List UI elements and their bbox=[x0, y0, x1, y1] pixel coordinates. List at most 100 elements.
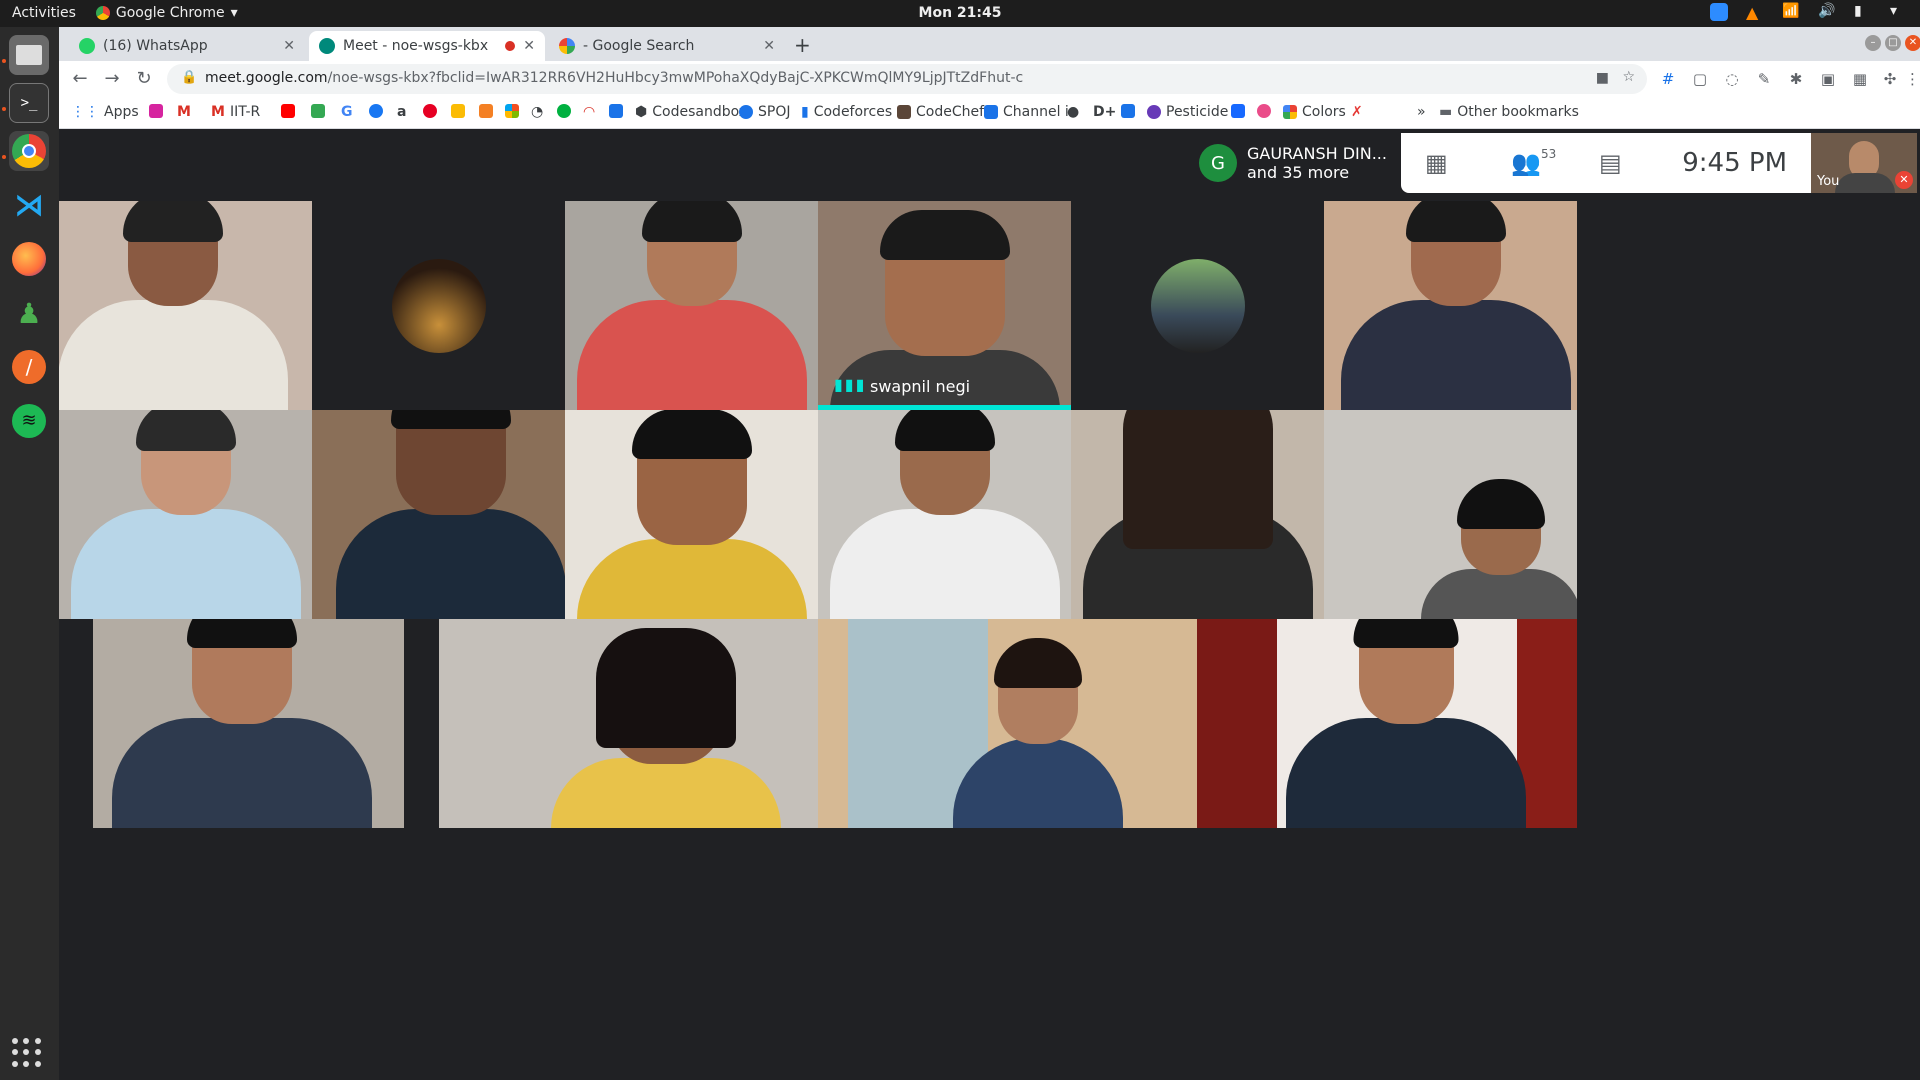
puzzle-icon[interactable]: ✣ bbox=[1881, 70, 1899, 88]
pinterest-icon[interactable] bbox=[423, 104, 437, 118]
self-view[interactable]: You ✕ bbox=[1811, 133, 1917, 193]
firefox-icon[interactable] bbox=[9, 239, 49, 279]
close-window-button[interactable]: ✕ bbox=[1905, 35, 1920, 51]
participant-tile[interactable] bbox=[1324, 410, 1577, 619]
volume-icon[interactable]: 🔊 bbox=[1818, 3, 1836, 21]
meet-icon bbox=[319, 38, 335, 54]
extension-icon[interactable]: ▢ bbox=[1691, 70, 1709, 88]
amazon-icon[interactable]: a bbox=[397, 104, 406, 120]
participants-preview[interactable]: G GAURANSH DIN... and 35 more bbox=[1189, 133, 1401, 193]
other-bookmarks[interactable]: ▬ Other bookmarks bbox=[1439, 104, 1579, 120]
chrome-dock-icon[interactable] bbox=[9, 131, 49, 171]
gauge-icon[interactable]: ◠ bbox=[583, 104, 595, 120]
star-icon[interactable]: ☆ bbox=[1622, 69, 1635, 85]
compass-icon[interactable]: / bbox=[9, 347, 49, 387]
menu-icon[interactable]: ⋮ bbox=[1905, 70, 1920, 88]
bookmark-codesandbox[interactable]: ⬢ Codesandbox bbox=[635, 104, 747, 120]
bookmark-codechef[interactable]: CodeChef bbox=[897, 104, 984, 120]
people-icon[interactable]: 👥 bbox=[1511, 149, 1541, 177]
drive-icon[interactable] bbox=[311, 104, 325, 118]
show-applications-icon[interactable] bbox=[12, 1038, 42, 1068]
extension-icon[interactable]: ◌ bbox=[1723, 70, 1741, 88]
grid-icon[interactable]: ▦ bbox=[1851, 70, 1869, 88]
lock-icon[interactable]: 🔒 bbox=[181, 70, 197, 85]
bookmarks-overflow-button[interactable]: » bbox=[1417, 104, 1426, 120]
tab-meet[interactable]: Meet - noe-wsgs-kbx ✕ bbox=[309, 31, 545, 61]
bug-icon[interactable]: ✱ bbox=[1787, 70, 1805, 88]
participant-tile[interactable] bbox=[818, 619, 1197, 828]
chat-icon[interactable]: ▤ bbox=[1599, 149, 1622, 177]
badge-16-icon[interactable] bbox=[557, 104, 571, 118]
minimize-button[interactable]: – bbox=[1865, 35, 1881, 51]
figma-icon[interactable] bbox=[1121, 104, 1135, 118]
participant-tile[interactable] bbox=[439, 619, 818, 828]
mic-off-icon[interactable]: ✕ bbox=[1895, 171, 1913, 189]
bookmark-icon[interactable] bbox=[609, 104, 623, 118]
bookmark-apps[interactable]: ⋮⋮ Apps bbox=[71, 104, 139, 120]
participant-tile-speaking[interactable]: ▮▮▮ swapnil negi bbox=[818, 201, 1071, 410]
participant-tile[interactable] bbox=[312, 410, 565, 619]
participant-tile[interactable] bbox=[59, 410, 312, 619]
pesticide-icon bbox=[1147, 105, 1161, 119]
bookmark-label: Codeforces bbox=[813, 104, 893, 120]
gmail-icon[interactable]: M bbox=[177, 104, 191, 120]
microsoft-icon[interactable] bbox=[505, 104, 519, 118]
spotify-icon[interactable]: ≋ bbox=[9, 401, 49, 441]
close-icon[interactable]: ✕ bbox=[763, 38, 775, 54]
bookmark-iitr[interactable]: M IIT-R bbox=[211, 104, 260, 120]
address-bar[interactable]: 🔒 meet.google.com/noe-wsgs-kbx?fbclid=Iw… bbox=[167, 64, 1647, 94]
devto-icon[interactable]: D+ bbox=[1093, 104, 1116, 120]
bookmark-spoj[interactable]: SPOJ bbox=[739, 104, 790, 120]
participant-tile[interactable] bbox=[818, 410, 1071, 619]
system-tray[interactable]: ▲ 📶 🔊 ▮ ▾ bbox=[1710, 3, 1908, 22]
back-button[interactable]: ← bbox=[69, 68, 91, 89]
tab-google-search[interactable]: - Google Search ✕ bbox=[549, 31, 785, 61]
participant-tile[interactable] bbox=[565, 410, 818, 619]
maximize-button[interactable]: □ bbox=[1885, 35, 1901, 51]
bookmark-colors[interactable]: Colors bbox=[1283, 104, 1346, 120]
extension-icon[interactable]: ▣ bbox=[1819, 70, 1837, 88]
reload-button[interactable]: ↻ bbox=[133, 68, 155, 89]
zoom-icon[interactable] bbox=[1710, 3, 1728, 21]
close-icon[interactable]: ✕ bbox=[283, 38, 295, 54]
close-icon[interactable]: ✕ bbox=[523, 38, 535, 54]
forward-button[interactable]: → bbox=[101, 68, 123, 89]
new-tab-button[interactable]: + bbox=[794, 33, 811, 57]
github-icon[interactable]: ● bbox=[1067, 104, 1079, 120]
participant-tile[interactable] bbox=[1197, 619, 1577, 828]
participant-tile[interactable] bbox=[312, 201, 565, 410]
grid-extension-icon[interactable]: # bbox=[1659, 70, 1677, 88]
vlc-icon[interactable]: ▲ bbox=[1746, 3, 1764, 22]
behance-icon[interactable] bbox=[1231, 104, 1245, 118]
system-clock[interactable]: Mon 21:45 bbox=[0, 5, 1920, 21]
speed-icon[interactable]: ◔ bbox=[531, 104, 543, 120]
tile-layout-icon[interactable]: ▦ bbox=[1425, 149, 1448, 177]
power-menu-icon[interactable]: ▾ bbox=[1890, 3, 1908, 21]
wifi-icon[interactable]: 📶 bbox=[1782, 3, 1800, 21]
dribbble-icon[interactable] bbox=[1257, 104, 1271, 118]
participant-tile[interactable] bbox=[1324, 201, 1577, 410]
stackoverflow-icon[interactable] bbox=[479, 104, 493, 118]
participant-tile[interactable] bbox=[93, 619, 404, 828]
participant-tile[interactable] bbox=[59, 201, 312, 410]
terminal-icon[interactable]: >_ bbox=[9, 83, 49, 123]
bookmark-icon[interactable]: ✗ bbox=[1351, 104, 1363, 120]
camera-icon[interactable]: ■ bbox=[1596, 70, 1609, 86]
participant-tile[interactable] bbox=[565, 201, 818, 410]
facebook-icon[interactable] bbox=[369, 104, 383, 118]
google-icon[interactable]: G bbox=[341, 104, 353, 120]
youtube-icon[interactable] bbox=[281, 104, 295, 118]
postman-icon[interactable]: ♟ bbox=[9, 293, 49, 333]
bookmark-channel-i[interactable]: Channel i bbox=[984, 104, 1069, 120]
bookmark-codeforces[interactable]: ▮ Codeforces bbox=[801, 104, 892, 120]
participant-tile[interactable] bbox=[1071, 410, 1324, 619]
battery-icon[interactable]: ▮ bbox=[1854, 3, 1872, 21]
vscode-icon[interactable]: ⋊ bbox=[9, 185, 49, 225]
participant-tile[interactable] bbox=[1071, 201, 1324, 410]
files-icon[interactable] bbox=[9, 35, 49, 75]
instagram-icon[interactable] bbox=[149, 104, 163, 118]
bookmark-pesticide[interactable]: Pesticide bbox=[1147, 104, 1228, 120]
tab-whatsapp[interactable]: (16) WhatsApp ✕ bbox=[69, 31, 305, 61]
eyedropper-icon[interactable]: ✎ bbox=[1755, 70, 1773, 88]
keep-icon[interactable] bbox=[451, 104, 465, 118]
